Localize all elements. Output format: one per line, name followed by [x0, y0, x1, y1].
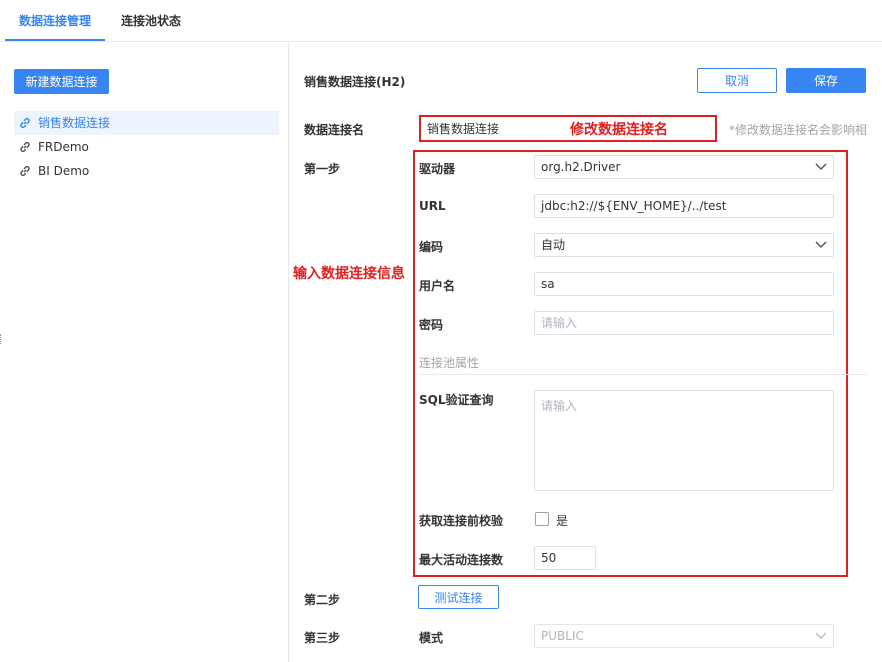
panel-resize-handle[interactable]	[0, 334, 2, 344]
test-connection-button[interactable]: 测试连接	[418, 585, 499, 609]
mode-label: 模式	[419, 631, 444, 645]
mode-value: PUBLIC	[541, 629, 584, 643]
validate-checkbox[interactable]	[535, 512, 549, 526]
connection-list-panel: 新建数据连接 销售数据连接 FRDemo BI Demo	[0, 42, 289, 662]
step3-label: 第三步	[304, 631, 341, 645]
link-icon	[20, 142, 30, 152]
link-icon	[20, 166, 30, 176]
driver-select[interactable]: org.h2.Driver	[534, 155, 834, 179]
validate-checkbox-label[interactable]: 是	[556, 512, 568, 529]
top-tab-bar: 数据连接管理 连接池状态	[0, 0, 882, 42]
rename-annotation-label: 修改数据连接名	[570, 122, 668, 138]
mode-select[interactable]: PUBLIC	[534, 624, 834, 648]
encoding-value: 自动	[541, 238, 566, 252]
encoding-label: 编码	[419, 240, 444, 254]
username-label: 用户名	[419, 279, 456, 293]
step1-label: 第一步	[304, 162, 341, 176]
input-info-annotation-label: 输入数据连接信息	[293, 266, 405, 282]
connection-item-label: BI Demo	[38, 164, 90, 178]
active-tab-indicator	[5, 39, 105, 41]
save-button[interactable]: 保存	[786, 68, 866, 93]
link-icon	[20, 118, 30, 128]
tab-data-connection-management[interactable]: 数据连接管理	[19, 0, 91, 42]
cancel-button[interactable]: 取消	[697, 68, 777, 93]
sql-validation-label: SQL验证查询	[419, 393, 494, 407]
tab-connection-pool-status[interactable]: 连接池状态	[121, 0, 181, 42]
connection-item-frdemo[interactable]: FRDemo	[14, 135, 279, 159]
connection-title: 销售数据连接(H2)	[304, 75, 406, 89]
url-label: URL	[419, 199, 446, 213]
connection-name-label: 数据连接名	[304, 123, 365, 137]
connection-name-hint: *修改数据连接名会影响相	[729, 123, 868, 137]
password-label: 密码	[419, 318, 444, 332]
url-input[interactable]: jdbc:h2://${ENV_HOME}/../test	[534, 194, 834, 218]
driver-label: 驱动器	[419, 162, 456, 176]
password-input[interactable]: 请输入	[534, 311, 834, 335]
max-active-label: 最大活动连接数	[419, 553, 504, 567]
chevron-down-icon	[815, 241, 827, 248]
driver-value: org.h2.Driver	[541, 160, 621, 174]
connection-item-sales[interactable]: 销售数据连接	[14, 111, 279, 135]
new-connection-button[interactable]: 新建数据连接	[14, 69, 109, 94]
encoding-select[interactable]: 自动	[534, 233, 834, 257]
connection-item-label: 销售数据连接	[38, 116, 111, 130]
pool-section-title: 连接池属性	[419, 356, 480, 370]
connection-item-bi-demo[interactable]: BI Demo	[14, 159, 279, 183]
chevron-down-icon	[815, 632, 827, 639]
username-input[interactable]: sa	[534, 272, 834, 296]
max-active-input[interactable]: 50	[534, 546, 596, 570]
sql-validation-textarea[interactable]: 请输入	[534, 390, 834, 491]
chevron-down-icon	[815, 163, 827, 170]
validate-before-connect-label: 获取连接前校验	[419, 514, 504, 528]
rename-annotation-box	[419, 115, 717, 142]
connection-item-label: FRDemo	[38, 140, 89, 154]
step2-label: 第二步	[304, 593, 341, 607]
section-divider	[419, 374, 866, 375]
